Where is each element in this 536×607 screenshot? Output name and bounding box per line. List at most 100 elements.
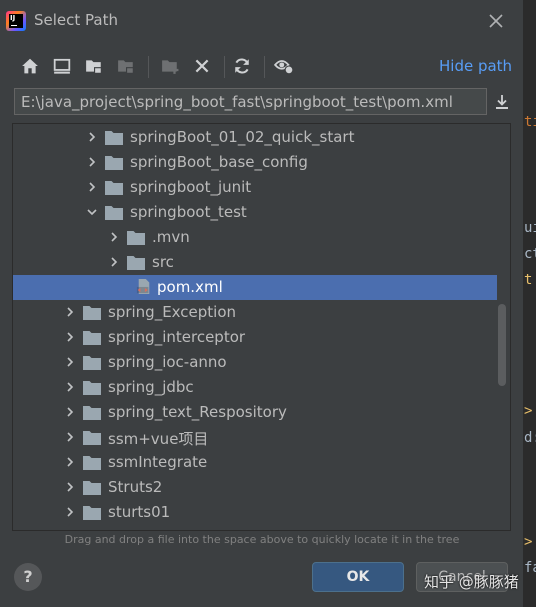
hide-path-link[interactable]: Hide path (439, 57, 512, 75)
download-icon (496, 95, 508, 109)
file-chooser-toolbar (14, 52, 434, 82)
tree-row[interactable]: .mvn (13, 225, 497, 250)
folder-icon (83, 306, 101, 320)
help-button[interactable]: ? (14, 563, 42, 591)
chevron-right-icon[interactable] (87, 157, 97, 167)
chevron-right-icon[interactable] (65, 507, 75, 517)
zhihu-watermark: 知乎 @豚豚猪 (424, 573, 519, 591)
tree-row[interactable]: springboot_test (13, 200, 497, 225)
tree-row-label: Struts2 (108, 478, 163, 496)
maven-file-icon (136, 279, 150, 294)
chevron-right-icon[interactable] (65, 332, 75, 342)
tree-row[interactable]: spring_jdbc (13, 375, 497, 400)
folder-icon (83, 456, 101, 470)
path-input[interactable] (14, 88, 487, 115)
folder-icon (83, 356, 101, 370)
tree-row[interactable]: spring_text_Respository (13, 400, 497, 425)
folder-icon (105, 206, 123, 220)
tree-row[interactable]: sturts01 (13, 500, 497, 525)
chevron-right-icon[interactable] (65, 432, 75, 442)
tree-row-label: springboot_test (130, 203, 247, 221)
editor-fragment: > (524, 534, 533, 550)
desktop-button[interactable] (48, 52, 76, 80)
project-folder-icon (86, 60, 102, 74)
tree-row[interactable]: ssmIntegrate (13, 450, 497, 475)
folder-icon (83, 506, 101, 520)
home-icon (22, 58, 38, 74)
folder-icon (127, 231, 145, 245)
chevron-right-icon[interactable] (109, 232, 119, 242)
editor-fragment: ti (524, 114, 536, 130)
tree-row-label: ssmIntegrate (108, 453, 208, 471)
chevron-right-icon[interactable] (65, 482, 75, 492)
folder-icon (83, 406, 101, 420)
desktop-icon (53, 58, 71, 74)
tree-row-label: pom.xml (157, 278, 223, 296)
tree-row-label: ssm+vue项目 (108, 430, 209, 448)
chevron-right-icon[interactable] (65, 407, 75, 417)
folder-icon (83, 431, 101, 445)
tree-row-label: spring_text_Respository (108, 403, 287, 421)
background-editor: ti ui ct t > d: > fa (522, 0, 536, 607)
new-folder-button[interactable] (156, 52, 184, 80)
toolbar-separator (148, 56, 149, 78)
chevron-right-icon[interactable] (87, 132, 97, 142)
refresh-button[interactable] (228, 52, 256, 80)
tree-row-label: spring_ioc-anno (108, 353, 227, 371)
close-button[interactable] (484, 9, 508, 33)
editor-fragment: t (524, 272, 533, 288)
tree-row-label: spring_jdbc (108, 378, 194, 396)
folder-icon (83, 331, 101, 345)
tree-row[interactable]: Struts2 (13, 475, 497, 500)
editor-fragment: d: (524, 430, 536, 446)
module-folder-icon (118, 60, 134, 74)
tree-row[interactable]: springboot_junit (13, 175, 497, 200)
show-hidden-files-button[interactable] (270, 52, 298, 80)
chevron-right-icon[interactable] (65, 457, 75, 467)
download-button[interactable] (490, 89, 514, 115)
tree-row[interactable]: src (13, 250, 497, 275)
folder-icon (83, 481, 101, 495)
file-tree[interactable]: springBoot_01_02_quick_start springBoot_b… (12, 123, 511, 531)
title-bar: IJ Select Path (0, 0, 524, 42)
intellij-logo-icon: IJ (6, 11, 26, 31)
ok-button[interactable]: OK (312, 562, 404, 592)
toolbar-separator (224, 56, 225, 78)
chevron-right-icon[interactable] (65, 382, 75, 392)
module-directory-button[interactable] (112, 52, 140, 80)
chevron-right-icon[interactable] (109, 257, 119, 267)
folder-icon (105, 131, 123, 145)
close-icon (489, 14, 503, 28)
select-path-dialog: IJ Select Path Hide path E:\java_project… (0, 0, 524, 607)
delete-button[interactable] (188, 52, 216, 80)
chevron-right-icon[interactable] (87, 182, 97, 192)
dialog-title: Select Path (34, 11, 118, 29)
chevron-right-icon[interactable] (65, 307, 75, 317)
tree-row-label: .mvn (152, 228, 190, 246)
home-button[interactable] (16, 52, 44, 80)
tree-row-label: springBoot_base_config (130, 153, 308, 171)
tree-row-label: springBoot_01_02_quick_start (130, 128, 355, 146)
editor-fragment: ct (524, 246, 536, 262)
refresh-icon (235, 58, 249, 74)
chevron-down-icon[interactable] (87, 207, 97, 217)
tree-row[interactable]: springBoot_base_config (13, 150, 497, 175)
show-hidden-icon (274, 60, 294, 75)
chevron-right-icon[interactable] (65, 357, 75, 367)
tree-row[interactable]: spring_interceptor (13, 325, 497, 350)
logo-text: IJ (10, 14, 16, 22)
tree-row[interactable]: spring_ioc-anno (13, 350, 497, 375)
delete-icon (195, 59, 209, 73)
folder-icon (127, 256, 145, 270)
tree-row-label: springboot_junit (130, 178, 252, 196)
tree-row[interactable]: ssm+vue项目 (13, 425, 497, 450)
folder-icon (105, 156, 123, 170)
tree-row[interactable]: springBoot_01_02_quick_start (13, 125, 497, 150)
folder-icon (105, 181, 123, 195)
tree-row[interactable]: pom.xml (13, 275, 497, 300)
project-directory-button[interactable] (80, 52, 108, 80)
tree-scrollbar[interactable] (498, 304, 506, 386)
tree-row-label: spring_Exception (108, 303, 237, 321)
tree-row[interactable]: spring_Exception (13, 300, 497, 325)
toolbar-separator (264, 56, 265, 78)
